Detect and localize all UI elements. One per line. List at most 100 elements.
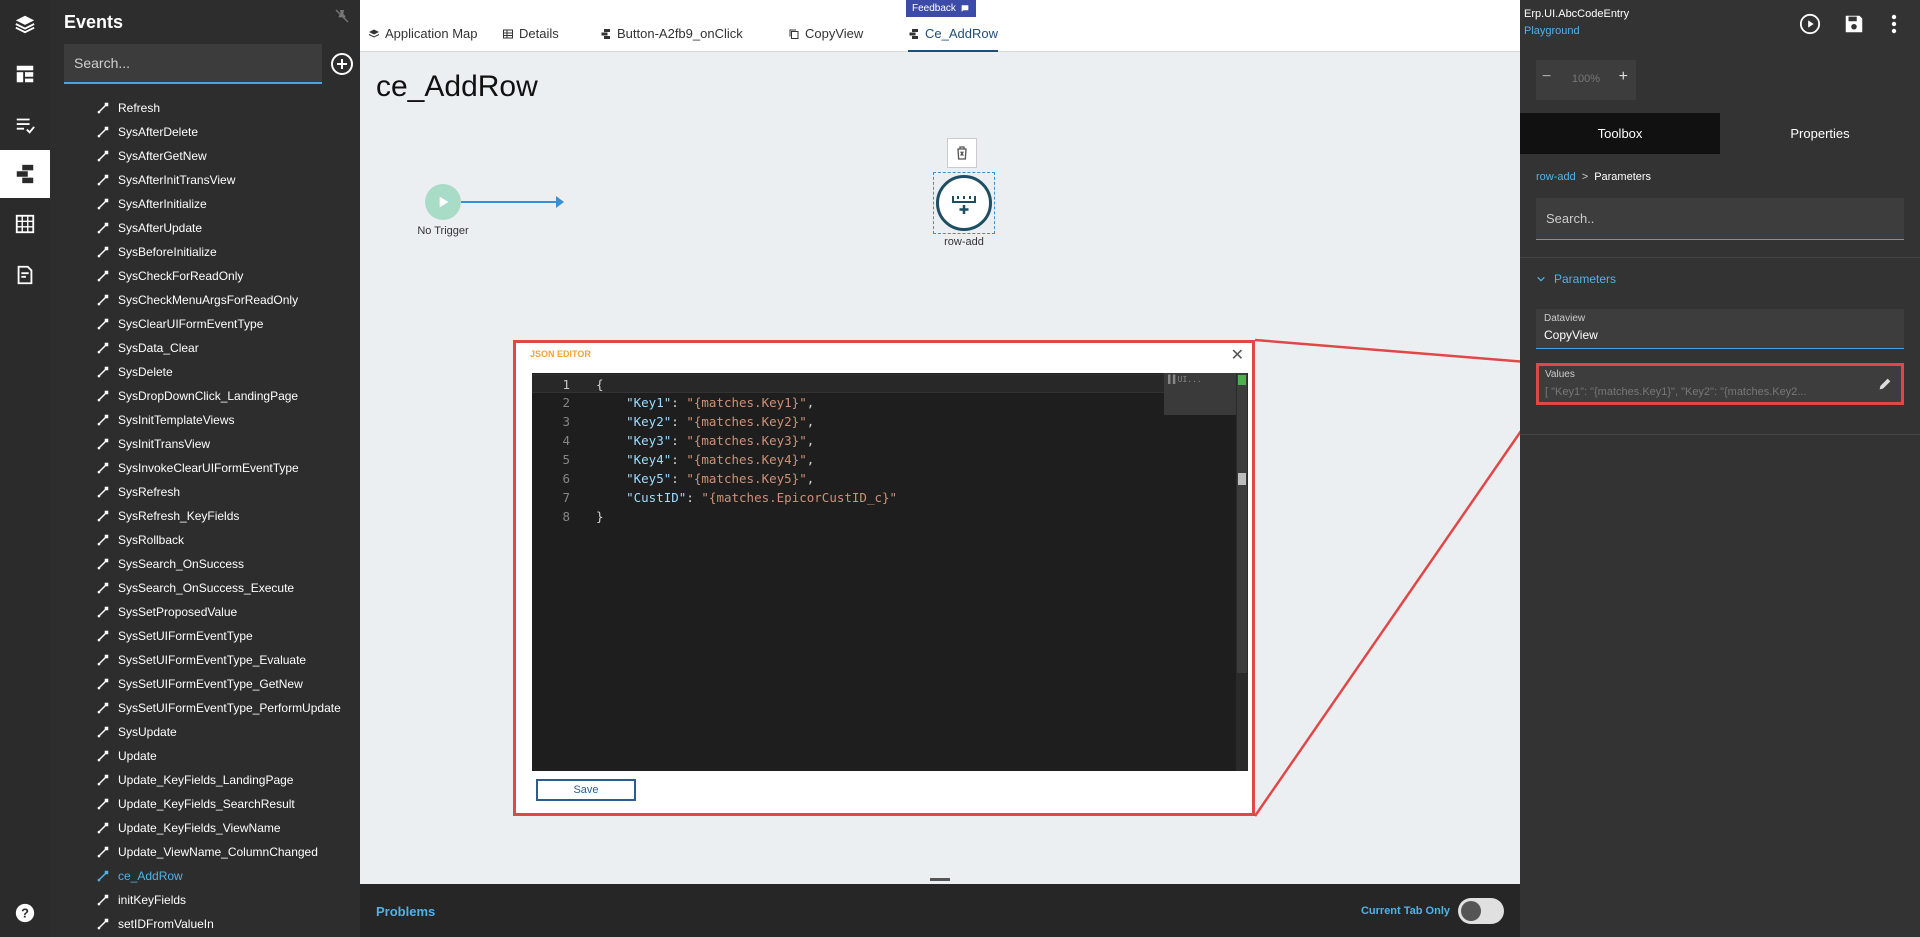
event-item[interactable]: SysInitTemplateViews [50,408,360,432]
tab-ce-addrow[interactable]: Ce_AddRow [908,26,998,52]
event-item[interactable]: SysData_Clear [50,336,360,360]
layout-icon[interactable] [0,50,50,98]
event-item[interactable]: SysSearch_OnSuccess_Execute [50,576,360,600]
code-line: 4 "Key3": "{matches.Key3}", [532,431,1222,450]
dataview-label: Dataview [1544,313,1586,324]
event-item[interactable]: SysAfterDelete [50,120,360,144]
row-add-selection[interactable] [933,172,995,234]
tab-details[interactable]: Details [502,26,559,52]
layers-icon[interactable] [0,0,50,48]
pencil-icon[interactable] [1877,376,1893,392]
tab-label: Button-A2fb9_onClick [617,26,743,41]
event-item[interactable]: Update_KeyFields_SearchResult [50,792,360,816]
save-icon[interactable] [1842,12,1866,36]
minimap[interactable]: ▌▌UI... [1164,373,1236,415]
run-icon[interactable] [1798,12,1822,36]
tab-copyview[interactable]: CopyView [788,26,863,52]
event-item[interactable]: SysAfterGetNew [50,144,360,168]
event-item[interactable]: SysDelete [50,360,360,384]
tab-button-a2fb9-onclick[interactable]: Button-A2fb9_onClick [600,26,743,52]
event-item[interactable]: SysRollback [50,528,360,552]
event-item[interactable]: SysInvokeClearUIFormEventType [50,456,360,480]
code-scroll-thumb[interactable] [1237,373,1247,673]
environment-label[interactable]: Playground [1524,25,1580,37]
event-item[interactable]: Update [50,744,360,768]
event-item[interactable]: SysAfterInitTransView [50,168,360,192]
event-item[interactable]: SysSetUIFormEventType_GetNew [50,672,360,696]
event-item[interactable]: SysSearch_OnSuccess [50,552,360,576]
event-item[interactable]: SysSetProposedValue [50,600,360,624]
form-edit-icon[interactable] [0,251,50,299]
feedback-button[interactable]: Feedback [906,0,976,17]
breadcrumb-link[interactable]: row-add [1536,171,1576,183]
code-line: 3 "Key2": "{matches.Key2}", [532,412,1222,431]
json-string: "{matches.Key5}" [686,471,807,486]
event-item[interactable]: setIDFromValueIn [50,912,360,936]
play-icon [439,196,449,208]
line-number: 8 [562,509,570,524]
events-search-input[interactable] [64,44,322,84]
trigger-node[interactable] [425,184,461,220]
event-item[interactable]: SysBeforeInitialize [50,240,360,264]
event-item[interactable]: SysInitTransView [50,432,360,456]
event-item[interactable]: SysSetUIFormEventType_Evaluate [50,648,360,672]
event-item[interactable]: SysRefresh [50,480,360,504]
event-item[interactable]: SysUpdate [50,720,360,744]
code-text: "Key3": "{matches.Key3}", [596,431,814,450]
zoom-in-button[interactable]: + [1619,68,1628,86]
event-item[interactable]: SysCheckMenuArgsForReadOnly [50,288,360,312]
checklist-icon[interactable] [0,101,50,149]
json-string: "{matches.Key2}" [686,414,807,429]
row-add-node[interactable] [936,175,992,231]
breadcrumb: row-add > Parameters [1536,171,1651,183]
event-item[interactable]: ce_AddRow [50,864,360,888]
code-editor[interactable]: 1{2 "Key1": "{matches.Key1}", 3 "Key2": "… [532,373,1248,771]
event-icon [97,102,109,114]
zoom-value: 100% [1571,73,1601,85]
event-item[interactable]: SysCheckForReadOnly [50,264,360,288]
event-item[interactable]: SysSetUIFormEventType [50,624,360,648]
event-item[interactable]: Update_KeyFields_LandingPage [50,768,360,792]
add-event-icon[interactable] [330,52,354,76]
event-item[interactable]: Update_ViewName_ColumnChanged [50,840,360,864]
code-scrollbar[interactable] [1236,373,1248,771]
toolbox-search-input[interactable] [1536,198,1904,240]
event-item-label: SysInvokeClearUIFormEventType [118,461,299,475]
problems-title[interactable]: Problems [376,904,435,919]
save-button[interactable]: Save [536,779,636,801]
event-icon [97,438,109,450]
event-item[interactable]: SysAfterInitialize [50,192,360,216]
zoom-out-button[interactable]: − [1542,68,1551,86]
tab-application-map[interactable]: Application Map [368,26,478,52]
dataview-field[interactable]: Dataview CopyView [1536,309,1904,349]
event-item[interactable]: Update_KeyFields_ViewName [50,816,360,840]
event-item[interactable]: Refresh [50,96,360,120]
help-icon[interactable]: ? [0,889,50,937]
current-tab-only-toggle[interactable] [1458,898,1504,924]
more-vertical-icon[interactable] [1882,12,1906,36]
event-item[interactable]: SysAfterUpdate [50,216,360,240]
events-icon[interactable] [0,150,50,198]
resize-handle[interactable] [930,878,950,881]
close-icon[interactable]: ✕ [1231,345,1244,365]
event-item[interactable]: SysClearUIFormEventType [50,312,360,336]
delete-node-button[interactable] [947,138,977,168]
event-icon [97,558,109,570]
event-item[interactable]: SysDropDownClick_LandingPage [50,384,360,408]
grid-icon[interactable] [0,200,50,248]
divider [1520,257,1920,258]
event-icon [97,486,109,498]
event-item[interactable]: initKeyFields [50,888,360,912]
event-item-label: SysSearch_OnSuccess [118,557,245,571]
event-item[interactable]: SysRefresh_KeyFields [50,504,360,528]
values-field[interactable]: Values [ "Key1": "{matches.Key1}", "Key2… [1536,363,1904,405]
trash-icon [957,146,967,160]
tab-properties[interactable]: Properties [1720,113,1920,154]
tab-toolbox[interactable]: Toolbox [1520,113,1720,154]
event-item[interactable]: SysSetUIFormEventType_PerformUpdate [50,696,360,720]
parameters-section-header[interactable]: Parameters [1536,272,1616,286]
pin-off-icon[interactable] [334,8,350,24]
values-label: Values [1545,369,1575,380]
json-string: "{matches.Key4}" [686,452,807,467]
event-item-label: SysSetUIFormEventType_GetNew [118,677,303,691]
